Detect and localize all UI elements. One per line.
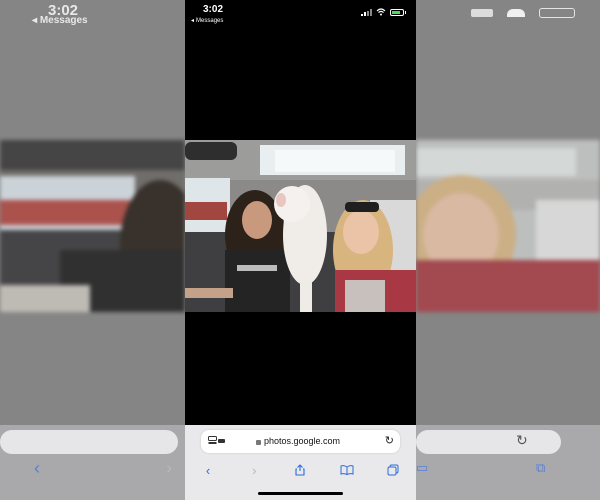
blurred-forward-icon: › (166, 458, 172, 478)
page-settings-icon[interactable] (208, 436, 226, 446)
reload-icon[interactable]: ↻ (385, 434, 394, 447)
battery-icon (390, 8, 406, 16)
share-icon[interactable] (289, 461, 311, 479)
url-text: photos.google.com (264, 436, 341, 446)
blurred-url-pill-right (416, 430, 561, 454)
blurred-bookmarks-icon: ▭ (416, 460, 429, 475)
cellular-signal-icon (361, 8, 372, 16)
browser-bottom-bar: photos.google.com ↻ ‹ › (185, 425, 416, 500)
blurred-back-label: ◂ Messages (32, 15, 88, 26)
blurred-photo-right (416, 140, 600, 312)
phone-screen: 3:02 ◂ Messages photos.google.com ↻ ‹ › (185, 0, 416, 500)
back-to-messages[interactable]: ◂ Messages (191, 17, 224, 25)
blurred-tabs-icon: ⧉ (536, 460, 546, 475)
url-display: photos.google.com (256, 436, 340, 446)
browser-toolbar: ‹ › (185, 459, 416, 481)
blurred-back-icon: ‹ (34, 458, 40, 478)
lock-icon (256, 439, 261, 445)
status-icons (361, 8, 406, 16)
shared-photo[interactable] (185, 140, 416, 312)
wifi-icon (376, 8, 386, 16)
back-icon[interactable]: ‹ (197, 461, 219, 479)
blurred-status-icons (471, 8, 575, 18)
back-to-messages-label: Messages (196, 17, 224, 24)
left-blurred-preview: 3:02 ◂ Messages ‹ › (0, 0, 185, 500)
blurred-photo-left (0, 140, 185, 312)
tabs-icon[interactable] (382, 461, 404, 479)
bookmarks-icon[interactable] (336, 461, 358, 479)
right-blurred-preview: ↻ ▭ ⧉ (416, 0, 600, 500)
blurred-url-pill-left (0, 430, 178, 454)
blurred-reload-icon: ↻ (516, 432, 528, 448)
address-bar[interactable]: photos.google.com ↻ (201, 430, 400, 453)
status-time: 3:02 (203, 4, 224, 15)
home-indicator[interactable] (258, 492, 343, 495)
back-triangle-icon: ◂ (191, 18, 195, 24)
forward-icon[interactable]: › (243, 461, 265, 479)
